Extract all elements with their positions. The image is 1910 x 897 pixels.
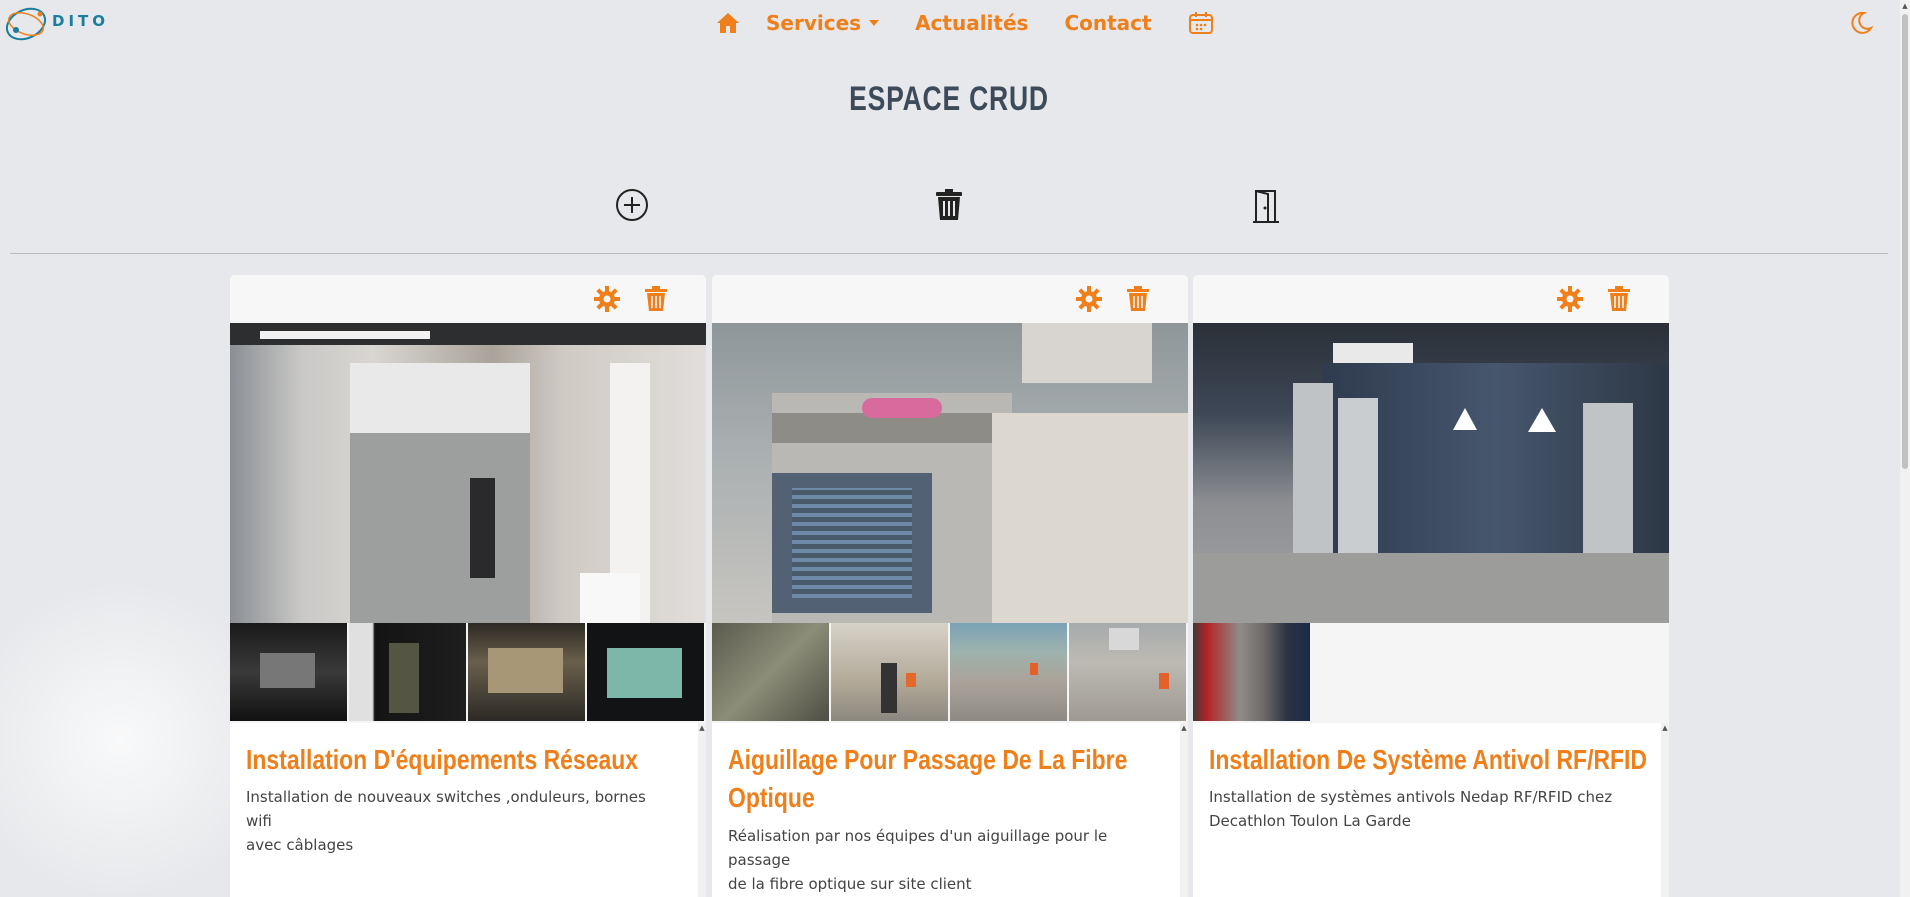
thumbnail-image[interactable] — [468, 623, 585, 721]
dark-mode-toggle[interactable] — [1848, 10, 1874, 40]
delete-card-button[interactable] — [1607, 286, 1631, 316]
logo-text: DITO — [52, 12, 110, 30]
logo[interactable]: DITO — [2, 0, 105, 46]
contact-link[interactable]: Contact — [1064, 11, 1151, 35]
delete-button[interactable] — [934, 188, 964, 226]
project-card: ▲ Installation D'équipements Réseaux Ins… — [230, 275, 706, 897]
card-body: ▲ Aiguillage Pour Passage De La Fibre Op… — [712, 723, 1188, 897]
edit-button[interactable] — [594, 286, 620, 316]
scroll-up-arrow-icon[interactable]: ▲ — [1900, 0, 1910, 12]
thumbnail-image[interactable] — [587, 623, 704, 721]
thumbnail-strip — [230, 623, 706, 723]
scroll-up-arrow-icon[interactable]: ▲ — [698, 723, 706, 733]
delete-card-button[interactable] — [644, 286, 668, 316]
card-title: Installation De Système Antivol RF/RFID — [1209, 741, 1649, 779]
thumbnail-strip — [1193, 623, 1669, 723]
project-main-photo[interactable] — [712, 323, 1188, 623]
trash-icon — [1127, 286, 1149, 311]
card-description-line: Installation de systèmes antivols Nedap … — [1209, 788, 1613, 806]
scroll-up-arrow-icon[interactable]: ▲ — [1180, 723, 1188, 733]
services-dropdown[interactable]: Services — [766, 11, 880, 35]
thumbnail-image[interactable] — [349, 623, 466, 721]
thumbnail-image[interactable] — [1193, 623, 1310, 721]
plus-circle-icon — [616, 189, 648, 221]
door-icon — [1253, 190, 1279, 223]
scroll-up-arrow-icon[interactable]: ▲ — [1661, 723, 1669, 733]
project-main-photo[interactable] — [1193, 323, 1669, 623]
card-description-line: de la fibre optique sur site client — [728, 875, 972, 893]
card-description-line: Decathlon Toulon La Garde — [1209, 812, 1411, 830]
thumbnail-image[interactable] — [712, 623, 829, 721]
logo-icon — [5, 7, 47, 41]
thumbnail-image[interactable] — [1069, 623, 1186, 721]
page-title: ESPACE CRUD — [849, 80, 1049, 118]
delete-card-button[interactable] — [1126, 286, 1150, 316]
card-title: Installation D'équipements Réseaux — [246, 741, 686, 779]
card-description: Installation de nouveaux switches ,ondul… — [246, 785, 676, 857]
card-description: Installation de systèmes antivols Nedap … — [1209, 785, 1639, 833]
logout-button[interactable] — [1253, 188, 1281, 228]
navbar: DITO Services Actualités Contact — [0, 0, 1910, 46]
trash-icon — [936, 189, 962, 220]
scrollbar-thumb[interactable] — [1902, 14, 1908, 469]
gear-icon — [1076, 286, 1102, 312]
news-link[interactable]: Actualités — [915, 11, 1028, 35]
home-icon — [717, 13, 739, 33]
thumbnail-image[interactable] — [230, 623, 347, 721]
card-title: Aiguillage Pour Passage De La Fibre Opti… — [728, 741, 1168, 817]
services-label: Services — [766, 11, 862, 35]
card-title-line: Aiguillage Pour Passage De La Fibre — [728, 744, 1128, 775]
card-description-line: avec câblages — [246, 836, 354, 854]
home-link[interactable] — [716, 12, 740, 34]
add-button[interactable] — [615, 188, 649, 226]
card-body: ▲ Installation De Système Antivol RF/RFI… — [1193, 723, 1669, 897]
gear-icon — [594, 286, 620, 312]
chevron-down-icon — [869, 20, 880, 26]
edit-button[interactable] — [1076, 286, 1102, 316]
edit-button[interactable] — [1557, 286, 1583, 316]
card-title-line: Installation D'équipements Réseaux — [246, 744, 639, 775]
card-header — [230, 275, 706, 323]
thumbnail-image[interactable] — [831, 623, 948, 721]
gear-icon — [1557, 286, 1583, 312]
trash-icon — [645, 286, 667, 311]
card-header — [712, 275, 1188, 323]
calendar-link[interactable] — [1188, 11, 1214, 35]
card-description: Réalisation par nos équipes d'un aiguill… — [728, 824, 1158, 896]
card-header — [1193, 275, 1669, 323]
moon-icon — [1851, 11, 1874, 34]
card-description-line: Installation de nouveaux switches ,ondul… — [246, 788, 646, 830]
trash-icon — [1608, 286, 1630, 311]
project-card: ▲ Aiguillage Pour Passage De La Fibre Op… — [712, 275, 1188, 897]
page-scrollbar[interactable]: ▲ — [1900, 0, 1910, 897]
project-card: ▲ Installation De Système Antivol RF/RFI… — [1193, 275, 1669, 897]
calendar-icon — [1188, 12, 1213, 34]
card-description-line: Réalisation par nos équipes d'un aiguill… — [728, 827, 1108, 869]
card-body: ▲ Installation D'équipements Réseaux Ins… — [230, 723, 706, 897]
thumbnail-strip — [712, 623, 1188, 723]
divider — [10, 253, 1888, 254]
card-title-line: Installation De Système Antivol RF/RFID — [1209, 744, 1648, 775]
project-main-photo[interactable] — [230, 323, 706, 623]
card-title-line: Optique — [728, 782, 815, 813]
thumbnail-image[interactable] — [950, 623, 1067, 721]
